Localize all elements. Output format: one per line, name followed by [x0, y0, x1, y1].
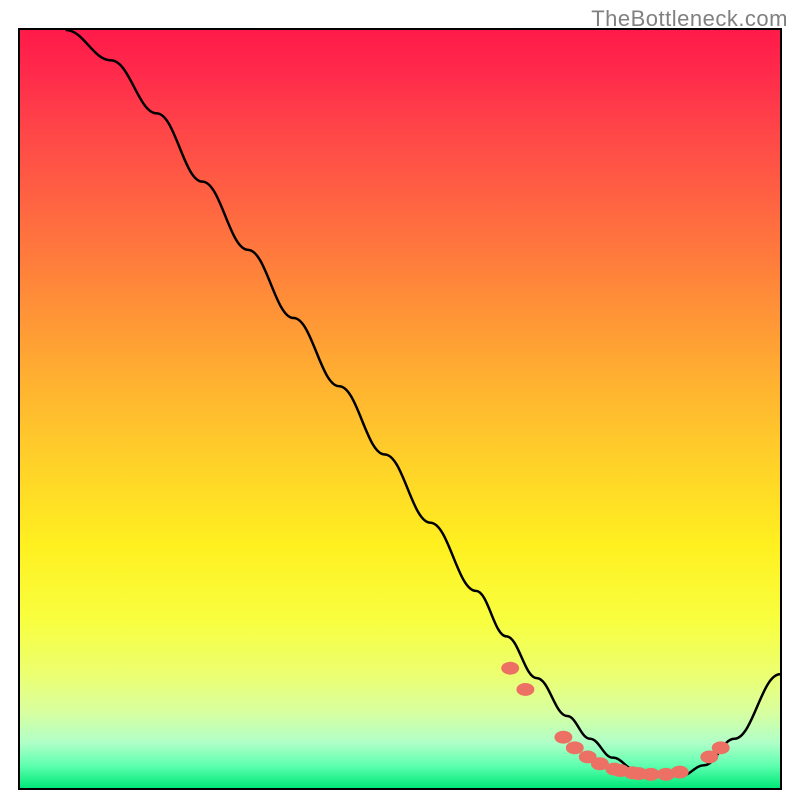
chart-container: TheBottleneck.com — [0, 0, 800, 800]
marker-dot — [516, 683, 534, 696]
marker-dot — [566, 741, 584, 754]
marker-dot — [712, 741, 730, 754]
plot-area — [18, 28, 782, 790]
markers-layer — [20, 30, 780, 788]
watermark-text: TheBottleneck.com — [591, 6, 788, 32]
marker-dot — [554, 731, 572, 744]
marker-dot — [501, 662, 519, 675]
marker-dot — [671, 766, 689, 779]
